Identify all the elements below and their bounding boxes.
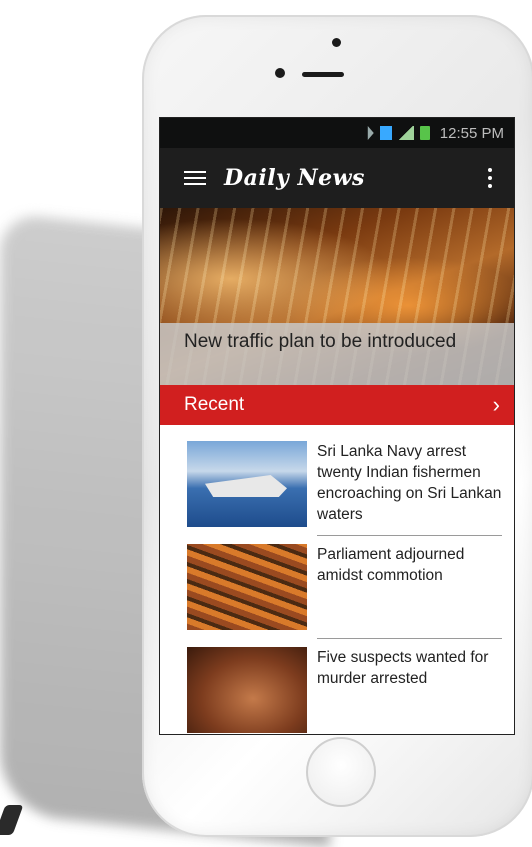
list-item[interactable]: Sri Lanka Navy arrest twenty Indian fish… (187, 441, 502, 527)
divider (317, 535, 502, 536)
news-thumbnail (187, 647, 307, 733)
app-logo: Daily News (224, 165, 365, 191)
list-item[interactable]: Parliament adjourned amidst commotion (187, 544, 502, 630)
news-thumbnail (187, 441, 307, 527)
earpiece-speaker (302, 72, 344, 77)
news-title: Sri Lanka Navy arrest twenty Indian fish… (317, 443, 502, 523)
app-bar: Daily News (160, 148, 514, 208)
shadow-corner (0, 805, 24, 835)
hamburger-icon[interactable] (184, 171, 206, 185)
home-button[interactable] (306, 737, 376, 807)
news-thumbnail (187, 544, 307, 630)
chevron-right-icon: › (492, 392, 500, 417)
featured-story[interactable]: New traffic plan to be introduced (160, 208, 514, 385)
list-item[interactable]: Five suspects wanted for murder arrested (187, 647, 502, 733)
featured-caption: New traffic plan to be introduced (160, 323, 514, 385)
more-vert-icon[interactable] (488, 168, 492, 188)
status-bar: 12:55 PM (160, 118, 514, 148)
status-time: 12:55 PM (439, 124, 504, 142)
signal-icon (397, 126, 414, 140)
news-title: Five suspects wanted for murder arrested (317, 649, 489, 687)
notification-icon (379, 126, 392, 140)
recent-section-header[interactable]: Recent › (160, 385, 514, 425)
news-title: Parliament adjourned amidst commotion (317, 546, 465, 584)
battery-icon (419, 126, 430, 140)
phone-screen: 12:55 PM Daily News New traffic plan to … (160, 118, 514, 734)
front-camera (332, 38, 341, 47)
divider (317, 638, 502, 639)
recent-list: Sri Lanka Navy arrest twenty Indian fish… (160, 425, 514, 733)
bluetooth-icon (361, 126, 374, 140)
proximity-sensor (275, 68, 285, 78)
section-title: Recent (184, 394, 245, 415)
